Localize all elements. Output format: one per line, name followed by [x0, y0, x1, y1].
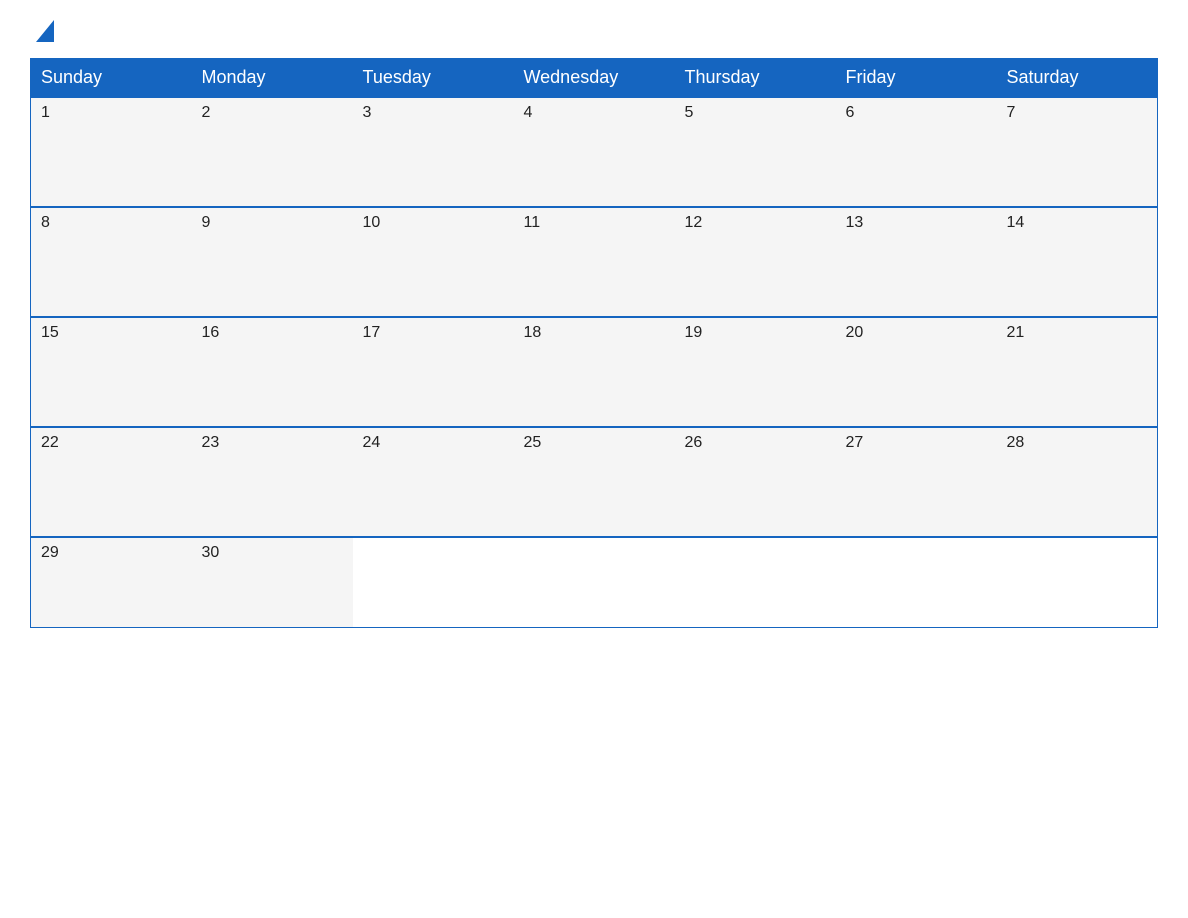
- day-number: 17: [363, 324, 504, 342]
- day-number: 5: [685, 104, 826, 122]
- calendar-week-row: 29 30: [31, 537, 1158, 627]
- day-number: 24: [363, 434, 504, 452]
- day-number: 14: [1007, 214, 1148, 232]
- calendar-week-row: 15 16 17 18 19 20 21: [31, 317, 1158, 427]
- day-number: 6: [846, 104, 987, 122]
- calendar-day-cell: [997, 537, 1158, 627]
- day-number: 15: [41, 324, 182, 342]
- calendar-body: 1234567891011121314151617181920212223242…: [31, 97, 1158, 627]
- calendar-day-cell: 14: [997, 207, 1158, 317]
- day-number: 2: [202, 104, 343, 122]
- calendar-day-cell: [675, 537, 836, 627]
- day-number: 28: [1007, 434, 1148, 452]
- calendar-day-cell: 18: [514, 317, 675, 427]
- calendar-day-cell: 17: [353, 317, 514, 427]
- calendar-day-cell: 28: [997, 427, 1158, 537]
- calendar-day-cell: [514, 537, 675, 627]
- day-number: 18: [524, 324, 665, 342]
- day-header-sunday: Sunday: [31, 59, 192, 98]
- calendar-week-row: 22 23 24 25 26 27 28: [31, 427, 1158, 537]
- day-header-saturday: Saturday: [997, 59, 1158, 98]
- day-number: 3: [363, 104, 504, 122]
- calendar-day-cell: 22: [31, 427, 192, 537]
- day-number: 22: [41, 434, 182, 452]
- calendar-day-cell: 29: [31, 537, 192, 627]
- calendar-day-cell: 25: [514, 427, 675, 537]
- logo: [30, 20, 60, 42]
- day-number: 16: [202, 324, 343, 342]
- header: [30, 20, 1158, 42]
- day-header-tuesday: Tuesday: [353, 59, 514, 98]
- calendar-day-cell: 24: [353, 427, 514, 537]
- day-number: 13: [846, 214, 987, 232]
- day-header-thursday: Thursday: [675, 59, 836, 98]
- page: SundayMondayTuesdayWednesdayThursdayFrid…: [0, 0, 1188, 918]
- calendar-day-cell: 1: [31, 97, 192, 207]
- calendar-day-cell: 3: [353, 97, 514, 207]
- calendar-day-cell: 13: [836, 207, 997, 317]
- day-number: 11: [524, 214, 665, 232]
- day-number: 25: [524, 434, 665, 452]
- day-number: 20: [846, 324, 987, 342]
- day-number: 1: [41, 104, 182, 122]
- day-header-wednesday: Wednesday: [514, 59, 675, 98]
- calendar-day-cell: [836, 537, 997, 627]
- day-number: 30: [202, 544, 343, 562]
- calendar-day-cell: 20: [836, 317, 997, 427]
- calendar-day-cell: 27: [836, 427, 997, 537]
- calendar-day-cell: 9: [192, 207, 353, 317]
- calendar-day-cell: 6: [836, 97, 997, 207]
- calendar-day-cell: 15: [31, 317, 192, 427]
- calendar-day-cell: 21: [997, 317, 1158, 427]
- calendar-week-row: 8 9 10 11 12 13 14: [31, 207, 1158, 317]
- calendar-day-cell: 12: [675, 207, 836, 317]
- calendar-day-cell: 26: [675, 427, 836, 537]
- calendar-day-cell: 7: [997, 97, 1158, 207]
- calendar-day-cell: 23: [192, 427, 353, 537]
- calendar-day-cell: 11: [514, 207, 675, 317]
- logo-triangle-icon: [36, 20, 54, 42]
- calendar-day-cell: 30: [192, 537, 353, 627]
- day-number: 21: [1007, 324, 1148, 342]
- calendar-day-cell: [353, 537, 514, 627]
- calendar-table: SundayMondayTuesdayWednesdayThursdayFrid…: [30, 58, 1158, 628]
- day-number: 29: [41, 544, 182, 562]
- calendar-day-cell: 2: [192, 97, 353, 207]
- day-number: 7: [1007, 104, 1148, 122]
- day-number: 12: [685, 214, 826, 232]
- calendar-day-cell: 4: [514, 97, 675, 207]
- day-number: 26: [685, 434, 826, 452]
- day-number: 9: [202, 214, 343, 232]
- day-number: 10: [363, 214, 504, 232]
- day-header-monday: Monday: [192, 59, 353, 98]
- calendar-header: SundayMondayTuesdayWednesdayThursdayFrid…: [31, 59, 1158, 98]
- day-number: 4: [524, 104, 665, 122]
- calendar-day-cell: 8: [31, 207, 192, 317]
- day-headers-row: SundayMondayTuesdayWednesdayThursdayFrid…: [31, 59, 1158, 98]
- calendar-day-cell: 16: [192, 317, 353, 427]
- day-number: 23: [202, 434, 343, 452]
- day-number: 19: [685, 324, 826, 342]
- calendar-day-cell: 19: [675, 317, 836, 427]
- day-number: 27: [846, 434, 987, 452]
- calendar-week-row: 1 2 3 4 5 6 7: [31, 97, 1158, 207]
- day-header-friday: Friday: [836, 59, 997, 98]
- day-number: 8: [41, 214, 182, 232]
- calendar-day-cell: 5: [675, 97, 836, 207]
- calendar-day-cell: 10: [353, 207, 514, 317]
